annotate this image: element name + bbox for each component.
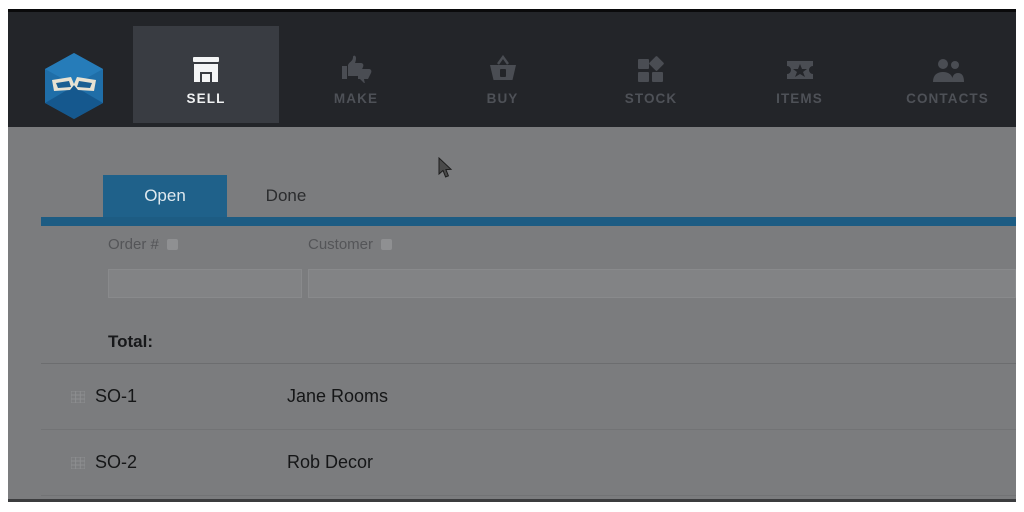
filter-column-order-number: Order # — [108, 233, 302, 298]
column-header-customer[interactable]: Customer — [308, 233, 1016, 255]
top-navigation-bar: SELL MAKE BUY STOCK ITEMS CONTACTS — [8, 9, 1016, 127]
ninja-hexagon-logo[interactable] — [38, 50, 110, 122]
table-row[interactable]: SO-1 Jane Rooms — [41, 364, 1016, 430]
nav-item-contacts[interactable]: CONTACTS — [875, 26, 1016, 123]
order-list-table: Total: SO-1 Jane Rooms SO-2 Rob Decor — [41, 321, 1016, 496]
thumbs-up-down-icon — [339, 43, 373, 83]
nav-label-stock: STOCK — [624, 91, 678, 106]
column-header-order-number[interactable]: Order # — [108, 233, 302, 255]
order-status-tabs: Open Done — [8, 175, 1016, 217]
ticket-star-icon — [784, 43, 816, 83]
nav-item-make[interactable]: MAKE — [293, 26, 419, 123]
people-group-icon — [931, 43, 965, 83]
nav-label-buy: BUY — [486, 91, 519, 106]
sort-chip-icon[interactable] — [166, 238, 178, 250]
filter-column-customer: Customer — [308, 233, 1016, 298]
sales-order-workspace: Open Done Order # Customer Total: SO-1 J… — [8, 127, 1016, 502]
cell-order-number: SO-2 — [95, 452, 138, 472]
nav-item-buy[interactable]: BUY — [445, 26, 560, 123]
cell-customer-name: Jane Rooms — [287, 386, 389, 406]
tab-underline — [41, 217, 1016, 226]
column-header-customer-label: Customer — [308, 235, 374, 253]
total-label: Total: — [108, 332, 154, 351]
tab-done-label: Done — [265, 186, 307, 205]
grid-handle-icon[interactable] — [61, 456, 95, 469]
search-input-customer[interactable] — [308, 269, 1016, 298]
tab-done[interactable]: Done — [231, 175, 341, 217]
nav-label-make: MAKE — [333, 91, 379, 106]
nav-item-stock[interactable]: STOCK — [586, 26, 716, 123]
tab-open[interactable]: Open — [103, 175, 227, 217]
nav-label-sell: SELL — [186, 91, 226, 106]
cell-order-number: SO-1 — [95, 386, 138, 406]
application-window: SELL MAKE BUY STOCK ITEMS CONTACTS Open … — [8, 9, 1016, 502]
nav-label-contacts: CONTACTS — [906, 91, 989, 106]
nav-item-items[interactable]: ITEMS — [737, 26, 862, 123]
table-total-row: Total: — [41, 321, 1016, 364]
sort-chip-icon[interactable] — [381, 238, 393, 250]
search-input-order-number[interactable] — [108, 269, 302, 298]
filter-row: Order # Customer — [8, 233, 1016, 313]
cell-customer-name: Rob Decor — [287, 452, 374, 472]
nav-label-items: ITEMS — [776, 91, 823, 106]
storefront-icon — [191, 43, 221, 83]
blocks-diamond-icon — [636, 43, 666, 83]
shopping-basket-icon — [488, 43, 518, 83]
nav-item-sell[interactable]: SELL — [133, 26, 279, 123]
column-header-order-number-label: Order # — [108, 235, 159, 253]
table-row[interactable]: SO-2 Rob Decor — [41, 430, 1016, 496]
tab-open-label: Open — [144, 186, 186, 205]
grid-handle-icon[interactable] — [61, 390, 95, 403]
